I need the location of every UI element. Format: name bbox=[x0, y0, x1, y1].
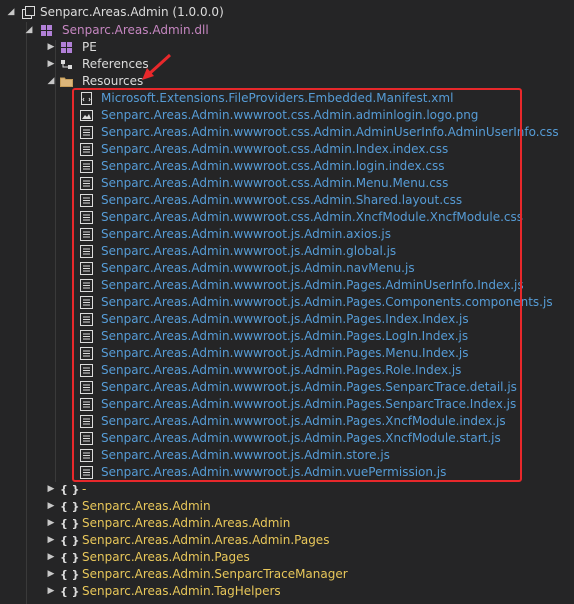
expand-arrow-icon[interactable]: ▶ bbox=[46, 498, 56, 515]
expand-arrow-icon[interactable]: ▶ bbox=[46, 515, 56, 532]
namespace-item-label: Senparc.Areas.Admin.Pages bbox=[82, 550, 250, 564]
dll-title: Senparc.Areas.Admin.dll bbox=[62, 23, 209, 37]
namespace-item-label: Senparc.Areas.Admin.SenparcTraceManager bbox=[82, 567, 348, 581]
assembly-icon bbox=[22, 6, 35, 19]
references-icon bbox=[61, 60, 72, 69]
namespace-icon: { } bbox=[60, 483, 80, 496]
namespace-icon: { } bbox=[60, 534, 80, 547]
namespace-item[interactable]: ▶ { } Senparc.Areas.Admin.SenparcTraceMana… bbox=[0, 566, 574, 583]
namespace-item-label: - bbox=[82, 482, 87, 496]
namespace-item-label: Senparc.Areas.Admin.Areas.Admin bbox=[82, 516, 291, 530]
expand-arrow-icon[interactable]: ▶ bbox=[46, 481, 56, 498]
collapse-arrow-icon[interactable]: ◢ bbox=[24, 22, 34, 39]
namespace-item[interactable]: ▶ { } Senparc.Areas.Admin.Pages bbox=[0, 549, 574, 566]
namespace-icon: { } bbox=[60, 568, 80, 581]
tree-row-project[interactable]: ◢ Senparc.Areas.Admin (1.0.0.0) bbox=[0, 4, 574, 21]
namespace-item[interactable]: ▶ { } Senparc.Areas.Admin bbox=[0, 498, 574, 515]
pe-icon bbox=[61, 42, 72, 53]
expand-arrow-icon[interactable]: ▶ bbox=[46, 39, 56, 56]
namespace-icon: { } bbox=[60, 500, 80, 513]
namespace-icon: { } bbox=[60, 551, 80, 564]
collapse-arrow-icon[interactable]: ◢ bbox=[6, 4, 16, 21]
dll-icon bbox=[41, 25, 52, 36]
pe-label: PE bbox=[82, 40, 97, 54]
annotation-arrow-icon bbox=[142, 53, 172, 80]
expand-arrow-icon[interactable]: ▶ bbox=[46, 532, 56, 549]
namespace-item[interactable]: ▶ { } Senparc.Areas.Admin.Areas.Admin bbox=[0, 515, 574, 532]
namespace-item-label: Senparc.Areas.Admin bbox=[82, 499, 211, 513]
namespace-item[interactable]: ▶ { } - bbox=[0, 481, 574, 498]
project-title: Senparc.Areas.Admin (1.0.0.0) bbox=[40, 5, 224, 19]
tree-row-references[interactable]: ▶ References bbox=[0, 56, 574, 73]
expand-arrow-icon[interactable]: ▶ bbox=[46, 566, 56, 583]
references-label: References bbox=[82, 57, 149, 71]
namespace-item-label: Senparc.Areas.Admin.Areas.Admin.Pages bbox=[82, 533, 330, 547]
cut-off-row-bottom bbox=[0, 598, 574, 604]
namespace-item[interactable]: ▶ { } Senparc.Areas.Admin.Areas.Admin.Page… bbox=[0, 532, 574, 549]
tree-row-dll[interactable]: ◢ Senparc.Areas.Admin.dll bbox=[0, 22, 574, 39]
expand-arrow-icon[interactable]: ▶ bbox=[46, 549, 56, 566]
namespace-icon: { } bbox=[60, 517, 80, 530]
tree-row-pe[interactable]: ▶ PE bbox=[0, 39, 574, 56]
collapse-arrow-icon[interactable]: ◢ bbox=[46, 73, 56, 90]
folder-open-icon bbox=[60, 77, 73, 87]
expand-arrow-icon[interactable]: ▶ bbox=[46, 56, 56, 73]
highlight-box bbox=[72, 88, 522, 482]
